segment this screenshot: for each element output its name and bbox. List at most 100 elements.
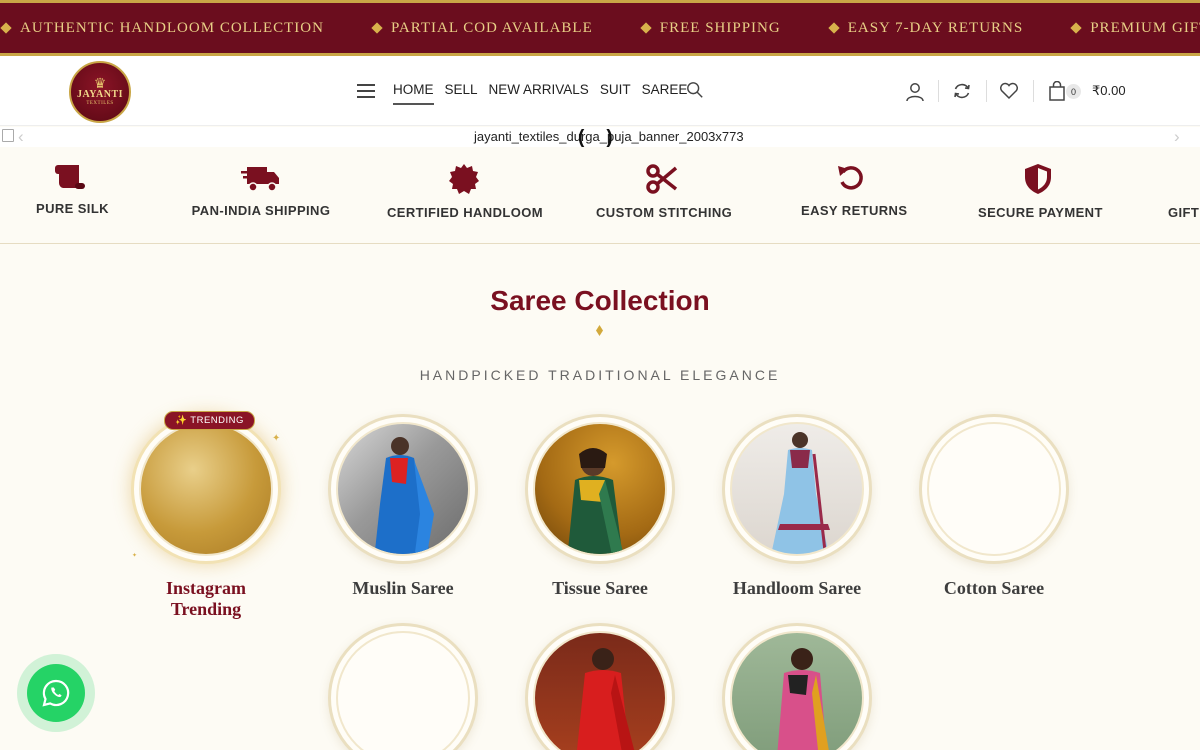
- divider: [986, 80, 987, 102]
- category-image: [336, 631, 470, 750]
- category-item[interactable]: [722, 623, 872, 750]
- diamond-icon: [1070, 22, 1082, 34]
- feature-label: PAN-INDIA SHIPPING: [191, 203, 331, 218]
- category-image: [927, 422, 1061, 556]
- chevron-left-icon[interactable]: ‹: [18, 127, 24, 147]
- diamond-icon: [828, 22, 840, 34]
- shield-icon: [1024, 164, 1051, 194]
- category-image: [730, 422, 864, 556]
- crown-icon: ♛: [93, 75, 107, 91]
- whatsapp-icon: [42, 679, 70, 707]
- gift-icon: [1168, 163, 1200, 195]
- nav-suit[interactable]: SUIT: [600, 82, 631, 103]
- category-image-ring: [919, 414, 1069, 564]
- divider: [938, 80, 939, 102]
- category-label[interactable]: Cotton Saree: [919, 578, 1069, 599]
- category-image-ring: [722, 414, 872, 564]
- feature-item: PAN-INDIA SHIPPING: [191, 163, 331, 218]
- diamond-ornament-icon: [596, 325, 603, 336]
- category-image: [139, 422, 273, 556]
- truck-icon: [241, 167, 279, 192]
- user-icon[interactable]: [905, 82, 925, 102]
- diamond-icon: [640, 22, 652, 34]
- feature-label: GIFT: [1168, 205, 1200, 220]
- diamond-icon: [0, 22, 12, 34]
- trending-badge: ✨ TRENDING: [164, 411, 255, 430]
- compare-icon[interactable]: [952, 81, 972, 101]
- category-image-ring: [328, 414, 478, 564]
- cart-count-badge: 0: [1066, 84, 1081, 99]
- category-item[interactable]: [328, 623, 478, 750]
- category-image-ring: [722, 623, 872, 750]
- feature-label: PURE SILK: [36, 201, 109, 216]
- search-icon[interactable]: [686, 81, 704, 99]
- undo-icon: [837, 166, 863, 190]
- section-subtitle: HANDPICKED TRADITIONAL ELEGANCE: [419, 367, 781, 383]
- announcement-item: FREE SHIPPING: [640, 19, 781, 37]
- feature-item: CERTIFIED HANDLOOM: [387, 163, 543, 220]
- category-handloom-saree[interactable]: Handloom Saree: [722, 414, 872, 599]
- category-cotton-saree[interactable]: Cotton Saree: [919, 414, 1069, 599]
- cart-total[interactable]: ₹0.00: [1092, 83, 1126, 99]
- feature-item: GIFT: [1168, 163, 1200, 220]
- menu-icon[interactable]: [357, 84, 375, 98]
- nav-new-arrivals[interactable]: NEW ARRIVALS: [489, 82, 589, 103]
- feature-label: EASY RETURNS: [801, 203, 908, 218]
- broken-image-icon: [2, 129, 14, 142]
- category-item[interactable]: [525, 623, 675, 750]
- category-image: [533, 631, 667, 750]
- hero-banner[interactable]: ‹ jayanti_textiles_durga_puja_banner_200…: [0, 127, 1200, 149]
- category-image-ring: [525, 414, 675, 564]
- announcement-text: PARTIAL COD AVAILABLE: [390, 19, 593, 36]
- announcement-item: AUTHENTIC HANDLOOM COLLECTION: [0, 19, 324, 37]
- announcement-text: FREE SHIPPING: [659, 19, 781, 36]
- category-image: [730, 631, 864, 750]
- announcement-text: PREMIUM GIFT WRAPPING: [1090, 19, 1200, 36]
- slider-pause-icon[interactable]: (): [578, 127, 635, 149]
- category-image: [336, 422, 470, 556]
- announcement-text: AUTHENTIC HANDLOOM COLLECTION: [20, 19, 324, 36]
- logo-subtext: TEXTILES: [86, 101, 114, 106]
- category-image-ring: [525, 623, 675, 750]
- section-title: Saree Collection: [490, 285, 710, 316]
- category-image-ring: [328, 623, 478, 750]
- announcement-bar: AUTHENTIC HANDLOOM COLLECTION PARTIAL CO…: [0, 0, 1200, 56]
- feature-label: SECURE PAYMENT: [978, 205, 1103, 220]
- announcement-item: EASY 7-DAY RETURNS: [828, 19, 1024, 37]
- nav-sell[interactable]: SELL: [445, 82, 478, 103]
- nav-home[interactable]: HOME: [393, 82, 434, 105]
- certificate-icon: [448, 164, 479, 194]
- announcement-text: EASY 7-DAY RETURNS: [847, 19, 1024, 36]
- nav-saree[interactable]: SAREE: [642, 82, 688, 103]
- category-image: [533, 422, 667, 556]
- features-strip: PURE SILK PAN-INDIA SHIPPING CERTIFIED H…: [0, 147, 1200, 244]
- diamond-icon: [371, 22, 383, 34]
- category-label[interactable]: Muslin Saree: [328, 578, 478, 599]
- heart-icon[interactable]: [999, 81, 1019, 101]
- whatsapp-button[interactable]: [27, 664, 85, 722]
- chevron-right-icon[interactable]: ›: [1174, 127, 1180, 147]
- category-instagram-trending[interactable]: Instagram Trending: [131, 414, 281, 620]
- category-image-ring: [131, 414, 281, 564]
- feature-label: CUSTOM STITCHING: [596, 205, 733, 220]
- scroll-icon: [55, 165, 85, 189]
- main-nav: HOME SELL NEW ARRIVALS SUIT SAREE: [393, 82, 698, 105]
- category-label[interactable]: Instagram Trending: [131, 578, 281, 620]
- feature-item: PURE SILK: [36, 163, 109, 216]
- feature-label: CERTIFIED HANDLOOM: [387, 205, 543, 220]
- announcement-item: PARTIAL COD AVAILABLE: [371, 19, 593, 37]
- category-tissue-saree[interactable]: Tissue Saree: [525, 414, 675, 599]
- feature-item: CUSTOM STITCHING: [596, 163, 733, 220]
- site-header: ♛ JAYANTI TEXTILES HOME SELL NEW ARRIVAL…: [0, 56, 1200, 126]
- scissors-icon: [646, 164, 678, 194]
- logo-text: JAYANTI: [76, 89, 124, 100]
- category-label[interactable]: Handloom Saree: [722, 578, 872, 599]
- category-label[interactable]: Tissue Saree: [525, 578, 675, 599]
- announcement-item: PREMIUM GIFT WRAPPING: [1070, 19, 1200, 37]
- feature-item: SECURE PAYMENT: [978, 163, 1103, 220]
- divider: [1033, 80, 1034, 102]
- site-logo[interactable]: ♛ JAYANTI TEXTILES: [69, 61, 131, 123]
- cart-icon[interactable]: [1048, 81, 1066, 101]
- feature-item: EASY RETURNS: [801, 163, 908, 218]
- category-muslin-saree[interactable]: Muslin Saree: [328, 414, 478, 599]
